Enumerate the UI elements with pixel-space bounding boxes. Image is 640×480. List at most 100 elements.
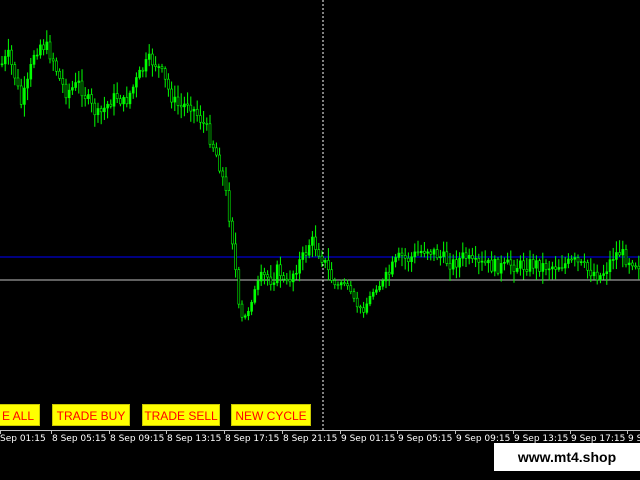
time-tick-label: 9 Sep 05:15 <box>398 434 453 444</box>
candle <box>499 255 503 282</box>
candle <box>570 255 573 263</box>
candle <box>19 78 23 109</box>
candle <box>490 251 493 274</box>
candle <box>586 259 589 279</box>
candle <box>208 114 212 148</box>
candle <box>339 279 343 290</box>
candle <box>291 270 295 292</box>
candle <box>599 272 602 284</box>
candle <box>426 248 429 261</box>
candle <box>99 105 103 125</box>
candle <box>93 98 97 127</box>
candle <box>307 239 311 259</box>
candle <box>16 68 20 90</box>
candle <box>391 256 394 277</box>
candle <box>215 142 218 158</box>
candle <box>557 259 561 272</box>
price-chart[interactable]: E ALL TRADE BUY TRADE SELL NEW CYCLE <box>0 0 640 430</box>
candle <box>119 94 122 107</box>
candle <box>173 85 177 112</box>
candle <box>23 76 26 117</box>
time-tick-label: 8 Sep 13:15 <box>167 434 222 444</box>
candle <box>138 66 141 80</box>
candle <box>503 257 506 271</box>
candle <box>352 288 356 303</box>
candle <box>323 257 327 269</box>
candle <box>493 255 497 277</box>
candle <box>205 117 209 131</box>
candle <box>615 241 618 270</box>
candle <box>90 88 93 113</box>
candle <box>375 285 378 295</box>
candle <box>439 249 442 266</box>
candle <box>26 72 29 101</box>
candle <box>551 261 554 280</box>
candle <box>234 232 237 278</box>
candle <box>125 86 129 108</box>
candle <box>435 244 439 261</box>
new-cycle-button[interactable]: NEW CYCLE <box>231 404 311 426</box>
candle <box>455 250 458 279</box>
candle <box>592 263 596 280</box>
candle <box>29 57 33 87</box>
candle <box>71 80 74 95</box>
candle <box>579 258 583 266</box>
candle <box>458 252 461 278</box>
trade-buy-button[interactable]: TRADE BUY <box>52 404 130 426</box>
candle <box>487 257 490 273</box>
candle <box>58 68 61 81</box>
candle <box>35 48 39 60</box>
candle <box>247 307 250 321</box>
candle <box>403 248 407 270</box>
candle <box>61 69 65 93</box>
candle <box>464 247 468 267</box>
candle <box>42 39 45 56</box>
candle <box>250 299 253 316</box>
candle <box>365 297 369 315</box>
time-tick-mark <box>340 431 341 434</box>
trade-sell-button[interactable]: TRADE SELL <box>142 404 220 426</box>
candle <box>525 258 529 276</box>
candle <box>416 240 420 256</box>
candle <box>311 231 314 258</box>
candle <box>301 246 305 271</box>
candle <box>355 291 359 313</box>
candle <box>189 96 193 122</box>
candle <box>627 258 631 274</box>
candle <box>387 264 391 287</box>
candle <box>544 259 548 276</box>
candle <box>442 241 445 264</box>
candle <box>144 52 148 78</box>
candle <box>346 279 349 290</box>
candle <box>157 63 161 78</box>
candle <box>397 247 401 261</box>
candle <box>275 260 279 287</box>
candle <box>279 256 282 288</box>
candle <box>186 92 189 113</box>
time-tick-mark <box>166 431 167 434</box>
candle <box>608 250 612 280</box>
candle <box>202 110 205 133</box>
candle <box>77 70 81 94</box>
candle <box>483 250 487 266</box>
candle <box>131 84 135 99</box>
candle <box>634 262 637 270</box>
candle <box>240 300 244 322</box>
chart-canvas[interactable] <box>0 0 640 430</box>
candle <box>179 93 183 119</box>
candle <box>141 67 145 78</box>
candle <box>183 96 186 117</box>
candle <box>509 250 513 275</box>
time-tick-mark <box>397 431 398 434</box>
candle <box>611 247 615 270</box>
candle <box>272 272 276 291</box>
candle <box>192 106 196 124</box>
candle <box>243 313 247 320</box>
candle <box>304 245 308 263</box>
candle <box>480 251 484 271</box>
candle <box>595 264 599 285</box>
candle <box>384 267 388 289</box>
time-tick-label: Sep 01:15 <box>0 434 46 444</box>
close-all-button[interactable]: E ALL <box>0 404 40 426</box>
candle <box>547 260 551 281</box>
